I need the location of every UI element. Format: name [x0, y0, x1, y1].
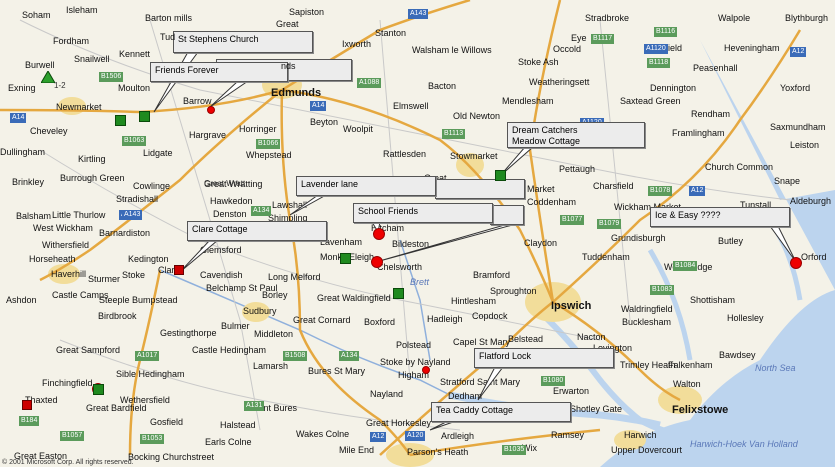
marker-green-gazeley[interactable]	[115, 115, 126, 126]
note-title: Tea Caddy Cottage	[436, 405, 514, 415]
copyright-text: © 2001 Microsoft Corp. All rights reserv…	[2, 459, 134, 466]
note-fragment-text: Tud	[160, 32, 176, 42]
note-title: St Stephens Church	[178, 34, 259, 44]
note-title: Clare Cottage	[192, 224, 248, 234]
note-title: Friends Forever	[155, 65, 219, 75]
note-title: Flatford Lock	[479, 351, 532, 361]
note-callout[interactable]: Clare Cottage	[187, 221, 327, 241]
note-callout[interactable]: Friends Forever	[150, 62, 288, 82]
marker-red-orford[interactable]	[790, 257, 802, 269]
note-title: Lavender lane	[301, 179, 359, 189]
note-callout[interactable]: Dream Catchers Meadow Cottage	[507, 122, 645, 148]
pushpin-icon-thaxted[interactable]	[22, 400, 32, 410]
marker-red-chelsworth[interactable]	[371, 256, 383, 268]
note-callout[interactable]: Tea Caddy Cottage	[431, 402, 571, 422]
note-box[interactable]	[435, 179, 525, 199]
marker-red-school-friends[interactable]	[373, 228, 385, 240]
pushpin-icon[interactable]	[174, 265, 184, 275]
pointer-friends-forever	[209, 80, 250, 108]
note-title: Dream Catchers	[512, 125, 578, 135]
note-box[interactable]	[490, 205, 524, 225]
pointer-lavender-lane	[289, 194, 328, 216]
note-callout[interactable]: Ice & Easy ????	[650, 207, 790, 227]
pointer-school-2	[375, 223, 517, 263]
marker-red-barrow[interactable]	[207, 106, 215, 114]
pointer-tea-caddy	[429, 420, 457, 431]
note-callout[interactable]: School Friends	[353, 203, 493, 223]
marker-green-stowmarket[interactable]	[495, 170, 506, 181]
pointer-clare-cottage	[179, 239, 220, 273]
pointer-st-stephens	[153, 51, 199, 113]
note-subtitle: Meadow Cottage	[512, 136, 581, 146]
note-pointers	[153, 51, 797, 431]
marker-green-monks-eleigh[interactable]	[340, 253, 351, 264]
note-callout[interactable]: Flatford Lock	[474, 348, 614, 368]
pointer-flatford	[477, 366, 505, 401]
triangle-marker-icon[interactable]	[41, 71, 55, 83]
note-title: School Friends	[358, 206, 419, 216]
pointer-ice-easy	[769, 225, 797, 263]
note-callout[interactable]: St Stephens Church	[173, 31, 313, 53]
marker-red-higham[interactable]	[422, 366, 430, 374]
marker-green-great-waldingfield[interactable]	[393, 288, 404, 299]
marker-green-dalham[interactable]	[139, 111, 150, 122]
note-callout[interactable]: Lavender lane	[296, 176, 436, 196]
note-title: Ice & Easy ????	[655, 210, 721, 220]
map-canvas[interactable]: Soham Isleham Barton mills Great Sapiston Sta…	[0, 0, 835, 467]
note-fragment-text: nds	[281, 61, 296, 71]
marker-green-flatford[interactable]	[93, 384, 104, 395]
